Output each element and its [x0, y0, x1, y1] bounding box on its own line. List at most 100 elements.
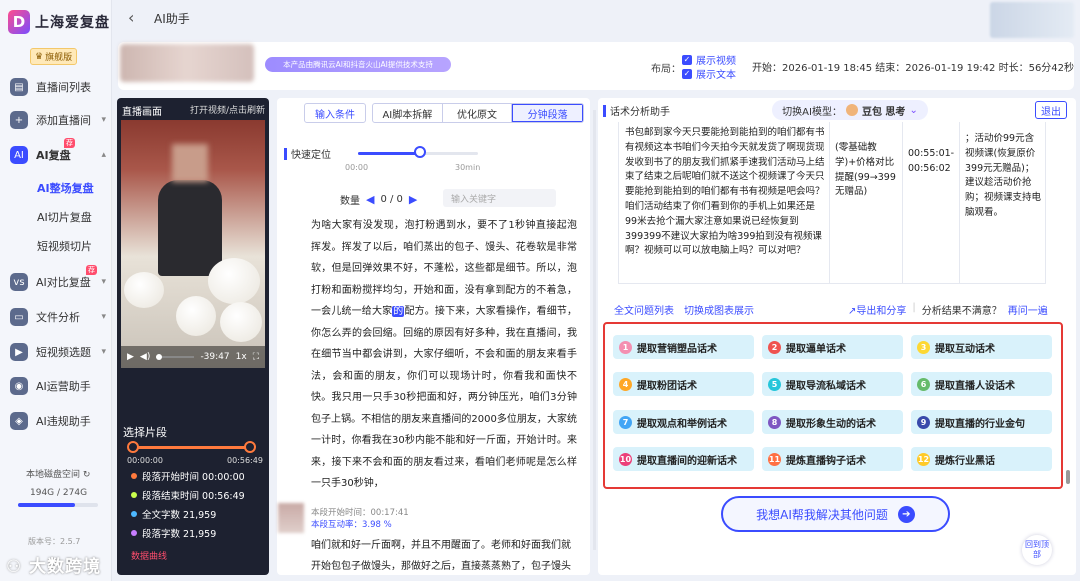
- prompt-chip-2[interactable]: 2 提取逼单话术: [762, 335, 903, 359]
- file-icon: ▭: [10, 308, 28, 326]
- back-icon[interactable]: ‹: [128, 8, 134, 27]
- next-arrow-icon[interactable]: ▶: [409, 193, 417, 206]
- keyword-input[interactable]: 输入关键字: [443, 189, 556, 207]
- analysis-scrollbar[interactable]: [1066, 470, 1070, 484]
- chart-icon: ▤: [10, 78, 28, 96]
- video-seek-bar[interactable]: [156, 354, 195, 360]
- hot-badge: 荐: [64, 138, 75, 148]
- stat-segment-words: 段落字数 21,959: [131, 526, 216, 540]
- segment-start-handle[interactable]: [127, 441, 139, 453]
- full-question-list-link[interactable]: 全文问题列表: [614, 302, 674, 317]
- paragraph-meta: 本段开始时间：00:17:41 本段互动率：3.98 %: [311, 507, 409, 531]
- count-label: 数量: [340, 196, 360, 207]
- blurred-face: [172, 144, 208, 182]
- sidebar-item-ai-violation[interactable]: ◈ AI违规助手: [10, 412, 106, 430]
- user-avatar-blurred[interactable]: [990, 2, 1074, 38]
- refresh-icon[interactable]: ↻: [83, 470, 91, 480]
- sidebar-item-add-live[interactable]: + 添加直播间 ▾: [10, 111, 106, 129]
- chip-label: 提炼行业黑话: [935, 455, 995, 467]
- app-name: 上海爱复盘: [35, 15, 110, 31]
- storage-value: 194G / 274G: [30, 488, 88, 498]
- show-video-checkbox[interactable]: ✓ 展示视频: [682, 52, 736, 67]
- sidebar-item-live-list[interactable]: ▤ 直播间列表: [10, 78, 106, 96]
- export-share-button[interactable]: ↗导出和分享: [848, 302, 906, 317]
- paragraph-thumbnail[interactable]: [278, 503, 304, 533]
- subnav-slice-review[interactable]: AI切片复盘: [37, 209, 92, 225]
- fullscreen-icon[interactable]: ⛶: [253, 352, 259, 362]
- subnav-full-review[interactable]: AI整场复盘: [37, 180, 94, 196]
- retry-link[interactable]: 再问一遍: [1008, 302, 1048, 317]
- bun-image: [220, 302, 262, 342]
- locate-slider-knob[interactable]: [414, 146, 426, 158]
- chip-number-badge: 8: [768, 415, 781, 429]
- transcript-paragraph: 为啥大家有没发现，泡打粉遇到水，要不了1秒钟直接起泡挥发。挥发了以后，咱们蒸出的…: [311, 215, 577, 495]
- tab-script-breakdown[interactable]: AI脚本拆解: [373, 104, 443, 122]
- chip-number-badge: 3: [917, 340, 930, 354]
- seek-knob[interactable]: [156, 354, 163, 360]
- chip-label: 提取直播的行业金句: [935, 418, 1025, 430]
- prompt-chip-4[interactable]: 4 提取粉团话术: [613, 372, 754, 396]
- vs-icon: vs: [10, 273, 28, 291]
- open-video-link[interactable]: 打开视频/点击刷新: [190, 103, 265, 116]
- sidebar-item-label: AI运营助手: [36, 380, 91, 393]
- chip-number-badge: 9: [917, 415, 930, 429]
- watermark-logo-icon: ⚇: [6, 557, 30, 577]
- table-divider: [829, 122, 830, 283]
- prompt-chip-12[interactable]: 12 提炼行业黑话: [911, 447, 1052, 471]
- prev-arrow-icon[interactable]: ◀: [366, 193, 374, 206]
- stat-text: 全文字数 21,959: [142, 510, 217, 521]
- sidebar-item-ai-ops[interactable]: ◉ AI运营助手: [10, 377, 106, 395]
- sidebar-item-ai-compare[interactable]: vs AI对比复盘 ▾: [10, 273, 106, 291]
- prompt-chip-10[interactable]: 10 提取直播间的迎新话术: [613, 447, 754, 471]
- play-icon[interactable]: ▶: [127, 352, 134, 362]
- divider: |: [912, 302, 916, 313]
- data-curve-link[interactable]: 数据曲线: [131, 549, 167, 562]
- tab-optimize-text[interactable]: 优化原文: [443, 104, 513, 122]
- prompt-chip-7[interactable]: 7 提取观点和举例话术: [613, 410, 754, 434]
- input-conditions-button[interactable]: 输入条件: [304, 103, 366, 123]
- sidebar-item-short-video-topic[interactable]: ▶ 短视频选题 ▾: [10, 343, 106, 361]
- accent-bar: [284, 147, 287, 160]
- volume-icon[interactable]: ◀): [140, 352, 150, 362]
- segment-start-time: 00:00:00: [127, 456, 163, 465]
- app-logo[interactable]: D 上海爱复盘: [8, 10, 110, 34]
- tab-minute-paragraphs[interactable]: 分钟段落: [512, 104, 583, 122]
- exit-button[interactable]: 退出: [1035, 101, 1067, 119]
- switch-chart-view-link[interactable]: 切换成图表展示: [684, 302, 754, 317]
- show-video-label: 展示视频: [696, 56, 736, 67]
- model-switcher[interactable]: 切换AI模型： 豆包 思考 ⌄: [772, 100, 928, 120]
- prompt-chip-8[interactable]: 8 提取形象生动的话术: [762, 410, 903, 434]
- chip-number-badge: 6: [917, 377, 930, 391]
- prompt-chip-9[interactable]: 9 提取直播的行业金句: [911, 410, 1052, 434]
- transcript-scrollbar[interactable]: [593, 110, 596, 550]
- prompt-chip-5[interactable]: 5 提取导流私域话术: [762, 372, 903, 396]
- chip-label: 提取互动话术: [935, 343, 995, 355]
- prompt-chip-3[interactable]: 3 提取互动话术: [911, 335, 1052, 359]
- prompt-chip-6[interactable]: 6 提取直播人设话术: [911, 372, 1052, 396]
- sidebar-item-ai-review[interactable]: AI AI复盘 ▴: [10, 146, 106, 164]
- chip-number-badge: 5: [768, 377, 781, 391]
- chip-number-badge: 2: [768, 340, 781, 354]
- show-text-checkbox[interactable]: ✓ 展示文本: [682, 66, 736, 81]
- session-time-info: 开始：2026-01-19 18:45 结束：2026-01-19 19:42 …: [752, 63, 1075, 74]
- playback-speed[interactable]: 1x: [236, 352, 247, 362]
- stat-dot: [131, 492, 137, 498]
- chip-label: 提取粉团话术: [637, 380, 697, 392]
- ask-ai-button[interactable]: 我想AI帮我解决其他问题 ➔: [721, 496, 950, 532]
- subnav-short-video-slice[interactable]: 短视频切片: [37, 238, 92, 254]
- analysis-title-text: 话术分析助手: [610, 107, 670, 118]
- highlighted-word[interactable]: 的: [392, 306, 405, 317]
- arrow-right-icon: ➔: [897, 505, 915, 523]
- sidebar-item-file-analysis[interactable]: ▭ 文件分析 ▾: [10, 308, 106, 326]
- model-label: 切换AI模型：: [782, 106, 842, 118]
- chip-label: 提炼直播钩子话术: [786, 455, 866, 467]
- prompt-chip-11[interactable]: 11 提炼直播钩子话术: [762, 447, 903, 471]
- segment-range-track[interactable]: [132, 446, 250, 449]
- count-value: 0 / 0: [380, 194, 403, 205]
- match-count: 数量 ◀ 0 / 0 ▶: [340, 192, 417, 207]
- segment-end-handle[interactable]: [244, 441, 256, 453]
- plan-badge-label: 旗舰版: [45, 53, 73, 63]
- prompt-chip-1[interactable]: 1 提取营销塑品话术: [613, 335, 754, 359]
- chip-number-badge: 1: [619, 340, 632, 354]
- back-to-top-button[interactable]: 回到顶部: [1022, 535, 1052, 565]
